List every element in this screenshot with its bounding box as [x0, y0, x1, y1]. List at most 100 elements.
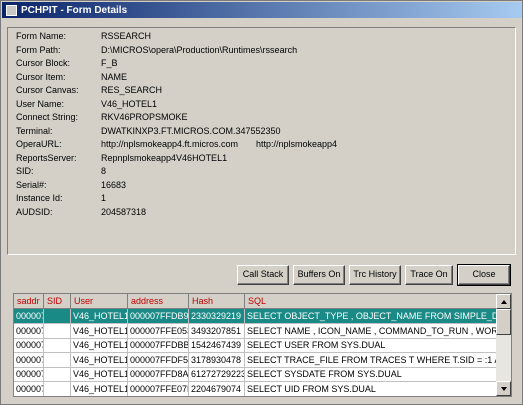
col-address-cell: 000007FFE07F — [128, 382, 189, 396]
col-sid-cell — [44, 367, 71, 383]
vertical-scrollbar[interactable] — [496, 294, 511, 396]
detail-label: Terminal: — [16, 125, 53, 136]
col-hash-cell: 3493207851 — [189, 323, 245, 339]
detail-label: Instance Id: — [16, 193, 63, 203]
window-title: PCHPIT - Form Details — [21, 4, 128, 16]
sql-grid[interactable]: saddrSIDUseraddressHashSQL 000007F8 V46_H… — [13, 293, 512, 397]
detail-row: AUDSID: 204587318 — [16, 207, 511, 220]
close-button[interactable]: Close — [457, 264, 511, 286]
detail-label: OperaURL: — [16, 139, 62, 149]
col-sid-cell — [44, 352, 71, 368]
detail-value: 16683 — [101, 179, 127, 190]
detail-row: OperaURL: http://nplsmokeapp4.ft.micros.c… — [16, 139, 511, 152]
scroll-up-button[interactable] — [496, 294, 511, 309]
detail-row: SID: 8 — [16, 166, 511, 179]
call-stack-button[interactable]: Call Stack — [237, 265, 289, 285]
col-sql-cell: SELECT NAME , ICON_NAME , COMMAND_TO_RUN… — [245, 323, 497, 339]
col-address-cell: 000007FFDBB0 — [128, 338, 189, 354]
table-row[interactable]: 000007F8 V46_HOTEL1000007FFE0537349320785… — [14, 323, 497, 339]
grid-body: 000007F8V46_HOTEL1000007FFDB9F8233032921… — [14, 309, 497, 396]
col-saddr-cell: 000007F8 — [14, 352, 44, 368]
col-sid-cell — [44, 382, 71, 396]
col-hash-header[interactable]: Hash — [189, 294, 245, 309]
col-saddr-cell: 000007F8 — [14, 382, 44, 396]
detail-value: 1 — [101, 193, 107, 203]
col-saddr-cell: 000007F8 — [14, 338, 44, 354]
col-sid-cell — [44, 323, 71, 339]
detail-row: Form Name: RSSEARCH — [16, 31, 511, 44]
detail-row: Instance Id: 1 — [16, 193, 511, 206]
app-icon — [6, 4, 17, 16]
col-saddr-cell: 000007F8 — [14, 323, 44, 339]
detail-value: RSSEARCH — [101, 31, 152, 41]
col-user-cell: V46_HOTEL1 — [71, 382, 128, 396]
detail-value: F_B — [101, 58, 118, 68]
col-sql-cell: SELECT OBJECT_TYPE , OBJECT_NAME FROM SI… — [245, 309, 497, 324]
grid-header: saddr SID User address Hash SQL — [14, 294, 497, 309]
col-sql-cell: SELECT USER FROM SYS.DUAL — [245, 338, 497, 354]
table-row[interactable]: 000007F8 V46_HOTEL1000007FFDB9F8233032921… — [14, 309, 497, 324]
col-address-cell: 000007FFDF5C — [128, 352, 189, 368]
detail-label: Serial#: — [16, 179, 47, 190]
col-sql-header[interactable]: SQL — [245, 294, 497, 309]
detail-row: ReportsServer: Repnplsmokeapp4V46HOTEL1 — [16, 153, 511, 166]
scroll-down-button[interactable] — [496, 381, 511, 396]
detail-row: Cursor Item: NAME — [16, 72, 511, 85]
col-hash-cell: 1542467439 — [189, 338, 245, 354]
detail-value: 8 — [101, 166, 107, 176]
col-hash-cell: 3178930478 — [189, 352, 245, 368]
details-panel: Form Name: RSSEARCH Form Path: D:\MICROS\op… — [7, 27, 516, 255]
table-row[interactable]: 000007F8 V46_HOTEL1000007FFE07F2204679074… — [14, 382, 497, 396]
detail-label: Cursor Block: — [16, 58, 71, 68]
col-user-cell: V46_HOTEL1 — [71, 352, 128, 368]
arrow-down-icon — [500, 386, 507, 391]
col-user-cell: V46_HOTEL1 — [71, 323, 128, 339]
col-sql-cell: SELECT UID FROM SYS.DUAL — [245, 382, 497, 396]
detail-label: Cursor Canvas: — [16, 85, 79, 95]
form-details-window: PCHPIT - Form Details Form Name: RSSEARCH… — [0, 0, 523, 405]
col-saddr-header[interactable]: saddr — [14, 294, 44, 309]
detail-label: ReportsServer: — [16, 152, 77, 163]
detail-label: Connect String: — [16, 112, 79, 122]
detail-label: SID: — [16, 166, 34, 176]
table-row[interactable]: 000007F8 V46_HOTEL1000007FFD8AC6127272922… — [14, 367, 497, 383]
col-saddr-cell: 000007F8 — [14, 367, 44, 383]
table-row[interactable]: 000007F8 V46_HOTEL1000007FFDBB01542467439… — [14, 338, 497, 354]
table-row[interactable]: 000007F8 V46_HOTEL1000007FFDF5C3178930478… — [14, 352, 497, 368]
detail-row: Cursor Canvas: RES_SEARCH — [16, 85, 511, 98]
col-address-cell: 000007FFE0537 — [128, 323, 189, 339]
detail-row: User Name: V46_HOTEL1 — [16, 99, 511, 112]
col-address-cell: 000007FFD8AC — [128, 367, 189, 383]
trc-history-button[interactable]: Trc History — [349, 265, 401, 285]
detail-row: Form Path: D:\MICROS\opera\Production\Run… — [16, 45, 511, 58]
col-hash-cell: 2204679074 — [189, 382, 245, 396]
title-bar[interactable]: PCHPIT - Form Details — [2, 2, 522, 18]
col-sid-cell — [44, 338, 71, 354]
col-address-header[interactable]: address — [128, 294, 189, 309]
col-hash-cell: 2330329219 — [189, 309, 245, 324]
col-user-cell: V46_HOTEL1 — [71, 309, 128, 324]
buffers-on-button[interactable]: Buffers On — [293, 265, 345, 285]
detail-label: AUDSID: — [16, 206, 53, 217]
col-sid-header[interactable]: SID — [44, 294, 71, 309]
detail-value: Repnplsmokeapp4V46HOTEL1 — [101, 152, 228, 163]
col-hash-cell: 61272729223 — [189, 367, 245, 383]
detail-value: DWATKINXP3.FT.MICROS.COM.347552350 — [101, 125, 281, 136]
scroll-thumb[interactable] — [496, 309, 511, 335]
detail-label: Cursor Item: — [16, 71, 66, 82]
col-sid-cell — [44, 309, 71, 324]
detail-value: RES_SEARCH — [101, 85, 163, 95]
detail-value-secondary: http://nplsmokeapp4 — [256, 139, 338, 149]
col-sql-cell: SELECT TRACE_FILE FROM TRACES T WHERE T.… — [245, 352, 497, 368]
detail-value: 204587318 — [101, 206, 147, 217]
col-user-header[interactable]: User — [71, 294, 128, 309]
detail-label: Form Name: — [16, 31, 67, 41]
detail-value: D:\MICROS\opera\Production\Runtimes\rsse… — [101, 44, 298, 55]
arrow-up-icon — [500, 299, 507, 304]
col-saddr-cell: 000007F8 — [14, 309, 44, 324]
detail-value: NAME — [101, 71, 128, 82]
detail-label: User Name: — [16, 98, 65, 109]
detail-value: http://nplsmokeapp4.ft.micros.com — [101, 139, 239, 149]
trace-on-button[interactable]: Trace On — [405, 265, 453, 285]
col-user-cell: V46_HOTEL1 — [71, 367, 128, 383]
